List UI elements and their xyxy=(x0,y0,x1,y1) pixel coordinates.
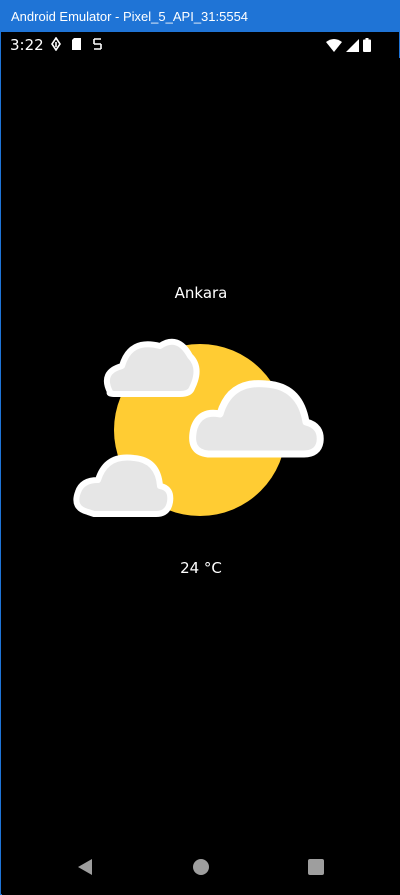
temperature-value: 24 °C xyxy=(180,559,222,577)
back-icon[interactable] xyxy=(76,858,94,876)
recents-icon[interactable] xyxy=(307,858,325,876)
sd-card-icon xyxy=(72,38,81,50)
status-time: 3:22 xyxy=(10,36,44,54)
status-bar: 3:22 xyxy=(1,32,400,58)
navigation-bar xyxy=(2,838,400,895)
window-titlebar: Android Emulator - Pixel_5_API_31:5554 xyxy=(1,1,400,32)
city-name: Ankara xyxy=(174,284,228,302)
cloud-top-left xyxy=(104,338,200,397)
cloud-bottom-left xyxy=(73,454,174,517)
sync-icon xyxy=(93,38,102,50)
status-notification-icons xyxy=(51,37,103,51)
window-title: Android Emulator - Pixel_5_API_31:5554 xyxy=(11,9,249,24)
app-content: Ankara 24 °C xyxy=(2,58,400,838)
emulator-window: Android Emulator - Pixel_5_API_31:5554 3… xyxy=(0,0,400,895)
battery-icon xyxy=(363,38,371,52)
partly-cloudy-icon xyxy=(73,338,324,517)
status-system-icons xyxy=(326,38,371,52)
wifi-icon xyxy=(326,38,342,52)
home-icon[interactable] xyxy=(192,858,210,876)
signal-icon xyxy=(346,38,359,52)
navigation-icon xyxy=(51,37,61,51)
